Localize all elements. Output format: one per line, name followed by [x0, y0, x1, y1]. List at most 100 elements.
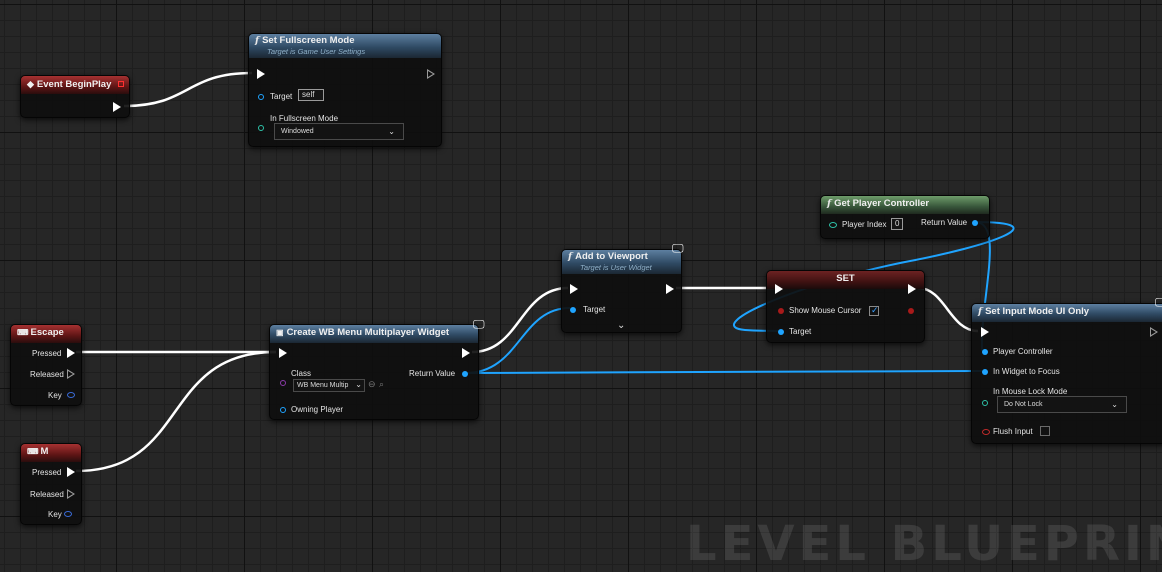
exec-out-pin[interactable]: [666, 284, 674, 294]
set-title: SET: [836, 273, 855, 284]
fullscreen-mode-dropdown[interactable]: Windowed ⌄: [274, 123, 404, 140]
target-self-input[interactable]: self: [298, 89, 324, 101]
create-widget-header: ▣ Create WB Menu Multiplayer Widget: [270, 325, 478, 343]
target-label: Target: [583, 305, 606, 314]
create-widget-title: Create WB Menu Multiplayer Widget: [286, 327, 450, 338]
exec-out-pin[interactable]: [1150, 327, 1158, 337]
mouse-lock-mode-pin[interactable]: [982, 400, 988, 406]
released-exec-pin[interactable]: [67, 489, 75, 499]
exec-out-pin[interactable]: [113, 102, 121, 112]
widget-to-focus-pin[interactable]: [982, 369, 988, 375]
show-mouse-cursor-pin[interactable]: [778, 308, 784, 314]
function-icon: f: [255, 35, 260, 46]
event-begin-play-node[interactable]: ◆ Event BeginPlay: [20, 75, 130, 118]
keyboard-icon: ⌨: [17, 328, 29, 337]
show-mouse-cursor-out-pin[interactable]: [908, 308, 914, 314]
fullscreen-mode-label: In Fullscreen Mode: [270, 114, 339, 123]
pressed-exec-pin[interactable]: [67, 348, 75, 358]
monitor-icon: 🖵: [1155, 295, 1162, 309]
exec-out-pin[interactable]: [908, 284, 916, 294]
escape-title: Escape: [30, 327, 64, 338]
exec-in-pin[interactable]: [279, 348, 287, 358]
mouse-lock-mode-dropdown[interactable]: Do Not Lock ⌄: [997, 396, 1127, 413]
target-pin[interactable]: [570, 307, 576, 313]
monitor-icon: 🖵: [473, 317, 485, 331]
target-label: Target: [270, 92, 293, 101]
use-selected-icon[interactable]: ⊖: [368, 379, 376, 390]
flush-input-pin[interactable]: [982, 429, 990, 435]
add-to-viewport-node[interactable]: f Add to Viewport Target is User Widget 🖵…: [561, 241, 684, 333]
keyboard-icon: ⌨: [27, 447, 39, 456]
set-fullscreen-header: f Set Fullscreen Mode Target is Game User…: [249, 34, 441, 58]
player-index-input[interactable]: 0: [891, 218, 903, 230]
m-key-event-node[interactable]: ⌨ M Pressed Released Key: [20, 443, 82, 525]
target-pin[interactable]: [778, 329, 784, 335]
exec-in-pin[interactable]: [981, 327, 989, 337]
m-title: M: [40, 446, 49, 457]
exec-out-pin[interactable]: [462, 348, 470, 358]
monitor-icon: 🖵: [672, 241, 684, 255]
key-label: Key: [48, 510, 62, 519]
pressed-label: Pressed: [32, 349, 62, 358]
delegate-pin-icon[interactable]: [118, 81, 124, 87]
flush-input-checkbox[interactable]: [1040, 426, 1050, 436]
exec-wire-create-viewport: [471, 286, 569, 354]
object-wire-return-widget: [465, 370, 983, 374]
escape-key-event-node[interactable]: ⌨ Escape Pressed Released Key: [10, 324, 82, 406]
escape-header: ⌨ Escape: [11, 325, 81, 343]
class-value: WB Menu Multip: [297, 382, 349, 389]
set-input-mode-ui-only-node[interactable]: f Set Input Mode UI Only 🖵 Player Control…: [971, 295, 1162, 444]
browse-search-icon[interactable]: ⌕: [379, 379, 384, 390]
key-label: Key: [48, 391, 62, 400]
set-fullscreen-title: Set Fullscreen Mode: [262, 35, 355, 46]
return-value-label: Return Value: [921, 218, 968, 227]
player-controller-pin[interactable]: [982, 349, 988, 355]
event-begin-play-title: Event BeginPlay: [36, 79, 112, 90]
add-to-viewport-header: f Add to Viewport Target is User Widget: [562, 250, 681, 274]
add-to-viewport-subtitle: Target is User Widget: [580, 263, 652, 272]
key-pin[interactable]: [64, 511, 72, 517]
level-blueprint-watermark: LEVEL BLUEPRINT: [686, 516, 1162, 572]
exec-in-pin[interactable]: [257, 69, 265, 79]
set-variable-node[interactable]: SET Show Mouse Cursor ✓ Target: [766, 270, 925, 343]
return-value-pin[interactable]: [462, 371, 468, 377]
chevron-down-icon: ⌄: [1111, 400, 1118, 409]
widget-to-focus-label: In Widget to Focus: [993, 367, 1060, 376]
function-icon: f: [568, 251, 573, 262]
exec-in-pin[interactable]: [775, 284, 783, 294]
released-label: Released: [30, 370, 64, 379]
player-index-pin[interactable]: [829, 222, 837, 228]
fullscreen-mode-pin[interactable]: [258, 125, 264, 131]
show-mouse-cursor-checkbox[interactable]: ✓: [869, 305, 879, 316]
owning-player-pin[interactable]: [280, 407, 286, 413]
get-player-controller-header: f Get Player Controller: [821, 196, 989, 214]
get-player-controller-node[interactable]: f Get Player Controller Player Index 0 Re…: [820, 195, 990, 239]
create-widget-node[interactable]: ▣ Create WB Menu Multiplayer Widget 🖵 Cla…: [269, 317, 485, 420]
target-label: Target: [789, 327, 812, 336]
function-icon: f: [827, 198, 832, 209]
released-exec-pin[interactable]: [67, 369, 75, 379]
event-diamond-icon: ◆: [27, 79, 34, 89]
exec-in-pin[interactable]: [570, 284, 578, 294]
pressed-label: Pressed: [32, 468, 62, 477]
show-mouse-cursor-label: Show Mouse Cursor: [789, 306, 862, 315]
key-pin[interactable]: [67, 392, 75, 398]
released-label: Released: [30, 490, 64, 499]
set-fullscreen-mode-node[interactable]: f Set Fullscreen Mode Target is Game User…: [248, 33, 442, 147]
expand-chevron-icon[interactable]: ⌄: [617, 320, 625, 331]
owning-player-label: Owning Player: [291, 405, 344, 414]
return-value-pin[interactable]: [972, 220, 978, 226]
class-dropdown[interactable]: WB Menu Multip ⌄: [293, 379, 365, 392]
set-input-mode-title: Set Input Mode UI Only: [985, 306, 1090, 317]
target-pin[interactable]: [258, 94, 264, 100]
class-pin[interactable]: [280, 380, 286, 386]
player-controller-label: Player Controller: [993, 347, 1053, 356]
exec-wire-m-create: [75, 350, 277, 473]
pressed-exec-pin[interactable]: [67, 467, 75, 477]
class-label: Class: [291, 369, 312, 378]
set-header: SET: [767, 271, 924, 289]
exec-out-pin[interactable]: [427, 69, 435, 79]
chevron-down-icon: ⌄: [355, 380, 362, 389]
player-index-label: Player Index: [842, 220, 887, 229]
mouse-lock-mode-label: In Mouse Lock Mode: [993, 387, 1068, 396]
